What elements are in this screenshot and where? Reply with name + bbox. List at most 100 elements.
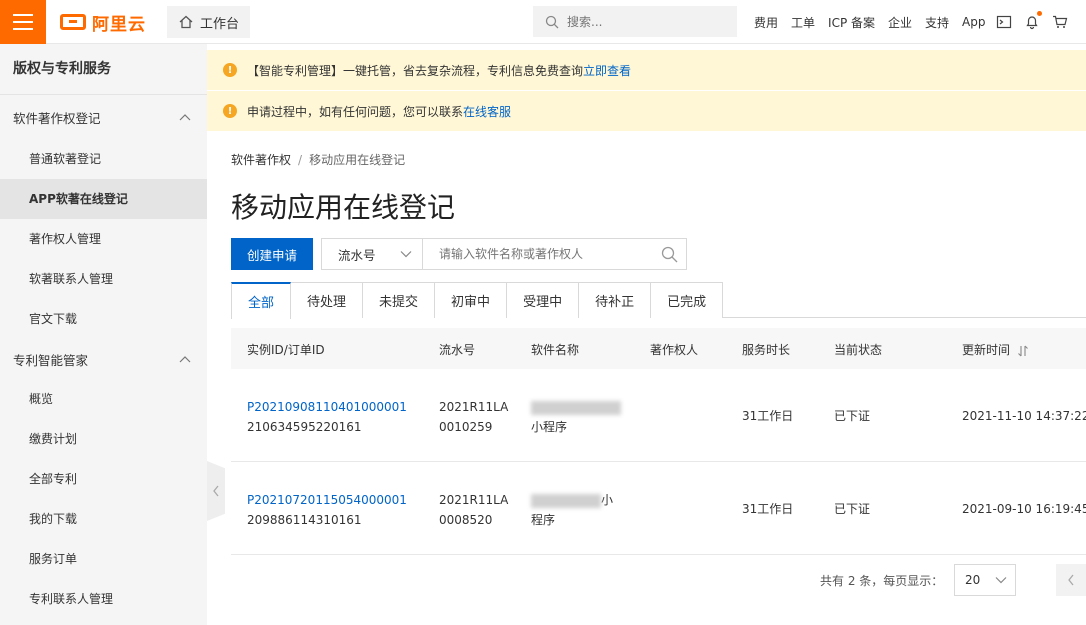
- breadcrumb-current: 移动应用在线登记: [309, 153, 406, 167]
- software-name-suffix-1: 小: [601, 493, 614, 507]
- chevron-up-icon: [179, 114, 191, 121]
- chevron-left-icon: [213, 485, 219, 497]
- order-id: 209886114310161: [247, 513, 362, 527]
- tab-completed[interactable]: 已完成: [650, 282, 724, 318]
- serial-cell: 2021R11LA 0008520: [439, 490, 508, 530]
- nav-fees[interactable]: 费用: [754, 14, 778, 31]
- search-icon: [545, 15, 559, 28]
- id-cell: P20210720115054000001 209886114310161: [247, 490, 407, 530]
- status-tabs: 全部 待处理 未提交 初审中 受理中 待补正 已完成: [231, 282, 1086, 319]
- notification-bell-icon[interactable]: [1024, 11, 1042, 30]
- tab-not-submitted[interactable]: 未提交: [362, 282, 436, 318]
- order-id: 210634595220161: [247, 420, 362, 434]
- tab-pending[interactable]: 待处理: [290, 282, 364, 318]
- redacted-name: [531, 493, 601, 508]
- sidebar-item-payment-plan[interactable]: 缴费计划: [0, 419, 207, 459]
- sidebar-item-document-download[interactable]: 官文下载: [0, 299, 207, 339]
- serial-part-1: 2021R11LA: [439, 493, 509, 507]
- page-title: 移动应用在线登记: [231, 191, 456, 224]
- workbench-label: 工作台: [200, 16, 240, 32]
- pagination-summary: 共有 2 条，每页显示：: [820, 573, 944, 588]
- table-header: 实例ID/订单ID 流水号 软件名称 著作权人 服务时长 当前状态 更新时间: [231, 328, 1086, 369]
- column-header-status: 当前状态: [834, 343, 883, 357]
- previous-page-button[interactable]: [1056, 564, 1086, 596]
- search-input[interactable]: [567, 14, 727, 29]
- page-size-select[interactable]: 20: [954, 564, 1016, 596]
- tab-to-correct[interactable]: 待补正: [578, 282, 652, 318]
- sidebar: 版权与专利服务 软件著作权登记 普通软著登记 APP软著在线登记 著作权人管理 …: [0, 44, 207, 625]
- notice-text: 申请过程中，如有任何问题，您可以联系: [247, 104, 464, 119]
- sidebar-title: 版权与专利服务: [0, 44, 207, 95]
- instance-id-link[interactable]: P20210908110401000001: [247, 400, 407, 414]
- sidebar-item-contact-management[interactable]: 软著联系人管理: [0, 259, 207, 299]
- filter-search[interactable]: [422, 238, 687, 270]
- chevron-left-icon: [1068, 574, 1074, 586]
- column-header-software-name: 软件名称: [531, 343, 580, 357]
- nav-tickets[interactable]: 工单: [791, 14, 815, 31]
- table-row: P20210720115054000001 209886114310161 20…: [231, 462, 1086, 555]
- column-header-duration: 服务时长: [742, 343, 791, 357]
- sidebar-group-label: 专利智能管家: [13, 352, 89, 368]
- breadcrumb-parent[interactable]: 软件著作权: [231, 153, 291, 167]
- sidebar-item-overview[interactable]: 概览: [0, 379, 207, 419]
- aliyun-logo-icon: [60, 14, 86, 30]
- nav-enterprise[interactable]: 企业: [888, 14, 912, 31]
- chevron-down-icon: [400, 251, 412, 258]
- column-header-owner: 著作权人: [650, 343, 699, 357]
- nav-support[interactable]: 支持: [925, 14, 949, 31]
- sidebar-item-my-downloads[interactable]: 我的下载: [0, 499, 207, 539]
- sidebar-item-regular-copyright[interactable]: 普通软著登记: [0, 139, 207, 179]
- notice-text: 【智能专利管理】一键托管，省去复杂流程，专利信息免费查询: [247, 63, 584, 78]
- workbench-button[interactable]: 工作台: [167, 6, 250, 38]
- sidebar-item-owner-management[interactable]: 著作权人管理: [0, 219, 207, 259]
- notification-dot: [1036, 11, 1042, 16]
- column-header-id: 实例ID/订单ID: [247, 343, 325, 357]
- nav-icp[interactable]: ICP 备案: [828, 14, 875, 31]
- tab-initial-review[interactable]: 初审中: [434, 282, 508, 318]
- filter-search-input[interactable]: [439, 247, 654, 261]
- software-name-suffix-2: 程序: [531, 513, 556, 527]
- sidebar-group-copyright[interactable]: 软件著作权登记: [0, 95, 207, 139]
- sidebar-item-app-copyright[interactable]: APP软著在线登记: [0, 179, 207, 219]
- serial-cell: 2021R11LA 0010259: [439, 397, 508, 437]
- id-cell: P20210908110401000001 210634595220161: [247, 397, 407, 437]
- global-search[interactable]: [533, 6, 737, 37]
- terminal-icon[interactable]: [996, 14, 1012, 30]
- create-application-button[interactable]: 创建申请: [231, 238, 313, 270]
- software-name-suffix: 小程序: [531, 420, 568, 434]
- nav-app[interactable]: App: [962, 15, 985, 29]
- duration-cell: 31工作日: [742, 409, 794, 423]
- sidebar-item-all-patents[interactable]: 全部专利: [0, 459, 207, 499]
- breadcrumb: 软件著作权 / 移动应用在线登记: [231, 151, 405, 168]
- redacted-name: [531, 400, 621, 415]
- instance-id-link[interactable]: P20210720115054000001: [247, 493, 407, 507]
- serial-part-2: 0008520: [439, 513, 493, 527]
- duration-cell: 31工作日: [742, 502, 794, 516]
- column-header-serial: 流水号: [439, 343, 476, 357]
- sidebar-group-patent[interactable]: 专利智能管家: [0, 339, 207, 379]
- updated-cell: 2021-09-10 16:19:45: [962, 502, 1086, 516]
- tab-accepting[interactable]: 受理中: [506, 282, 580, 318]
- menu-icon[interactable]: [0, 0, 46, 44]
- online-support-link[interactable]: 在线客服: [463, 103, 511, 120]
- software-name-cell: 小程序: [531, 397, 621, 437]
- status-cell: 已下证: [834, 409, 871, 423]
- column-header-updated-label: 更新时间: [962, 343, 1011, 357]
- sort-icon[interactable]: [1017, 345, 1029, 357]
- filter-type-select[interactable]: 流水号: [321, 238, 423, 270]
- cart-icon[interactable]: [1052, 14, 1068, 30]
- sidebar-item-patent-contacts[interactable]: 专利联系人管理: [0, 579, 207, 619]
- logo-text: 阿里云: [92, 14, 146, 35]
- view-now-link[interactable]: 立即查看: [583, 62, 631, 79]
- sidebar-group-label: 软件著作权登记: [13, 110, 101, 126]
- serial-part-2: 0010259: [439, 420, 493, 434]
- search-icon[interactable]: [661, 246, 678, 263]
- page-size-value: 20: [965, 573, 981, 587]
- status-cell: 已下证: [834, 502, 871, 516]
- sidebar-collapse-button[interactable]: [207, 461, 225, 521]
- column-header-updated[interactable]: 更新时间: [962, 341, 1029, 358]
- sidebar-item-service-orders[interactable]: 服务订单: [0, 539, 207, 579]
- top-nav: 费用 工单 ICP 备案 企业 支持 App: [754, 0, 1080, 44]
- tab-all[interactable]: 全部: [231, 282, 292, 319]
- logo[interactable]: 阿里云: [60, 11, 146, 35]
